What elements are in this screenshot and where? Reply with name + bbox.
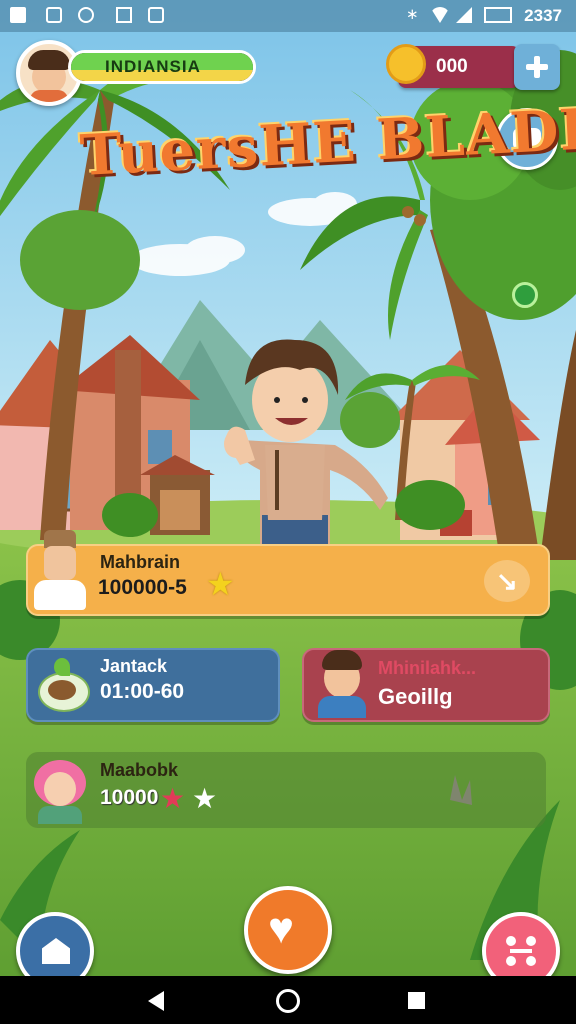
star-outline-icon: ★ [192, 783, 218, 814]
player-name: INDIANSIA [105, 57, 201, 76]
quest-marker-icon[interactable] [512, 282, 538, 308]
home-icon [42, 938, 70, 964]
network-icon [506, 936, 536, 966]
star-icon: ★ [206, 566, 235, 602]
timer-value: 01:00-60 [100, 680, 185, 703]
plant-pot-icon [36, 658, 90, 712]
add-coins-button[interactable] [514, 44, 560, 90]
bluetooth-icon: ∗ [406, 6, 419, 23]
reward-card[interactable]: Maabobk 10000 ★ ★ [26, 752, 546, 828]
back-button[interactable] [148, 991, 164, 1011]
signal-icon [456, 7, 472, 23]
expand-button[interactable]: ↘ [484, 560, 530, 602]
sim-icon [116, 7, 132, 23]
clock: 2337 [524, 6, 562, 25]
battery-icon [484, 7, 512, 23]
app-icon [46, 7, 62, 23]
main-quest-value: 100000-5 [98, 576, 187, 599]
notification-icon [10, 7, 26, 23]
chef-avatar [34, 530, 86, 612]
main-quest-card[interactable]: Mahbrain 100000-5 ★ ↘ [26, 530, 550, 616]
heart-icon: ♥ [268, 904, 295, 953]
friend-card[interactable]: Mhinilahk... Geoillg [302, 648, 550, 722]
timer-card[interactable]: Jantack 01:00-60 [26, 648, 280, 722]
photo-icon [148, 7, 164, 23]
reward-title: Maabobk [100, 760, 179, 780]
player-name-bar: INDIANSIA [68, 50, 256, 84]
friend-title: Mhinilahk... [378, 658, 477, 678]
wifi-icon [430, 7, 450, 23]
status-bar: ∗ 2337 [0, 0, 576, 32]
coin-count: 000 [436, 56, 468, 77]
arrow-icon: ↘ [496, 566, 518, 596]
girl-avatar [32, 756, 88, 824]
home-nav-button[interactable] [276, 989, 300, 1013]
navigation-bar [0, 976, 576, 1024]
sync-icon [78, 7, 94, 23]
timer-title: Jantack [100, 656, 168, 676]
main-quest-title: Mahbrain [100, 552, 181, 572]
coin-icon [386, 44, 426, 84]
recents-button[interactable] [408, 992, 425, 1009]
friend-avatar [314, 644, 370, 718]
gem-icon: ★ [160, 783, 186, 814]
heart-button[interactable]: ♥ [244, 886, 332, 974]
reward-value: 10000 [100, 786, 159, 809]
friend-value: Geoillg [378, 684, 453, 709]
